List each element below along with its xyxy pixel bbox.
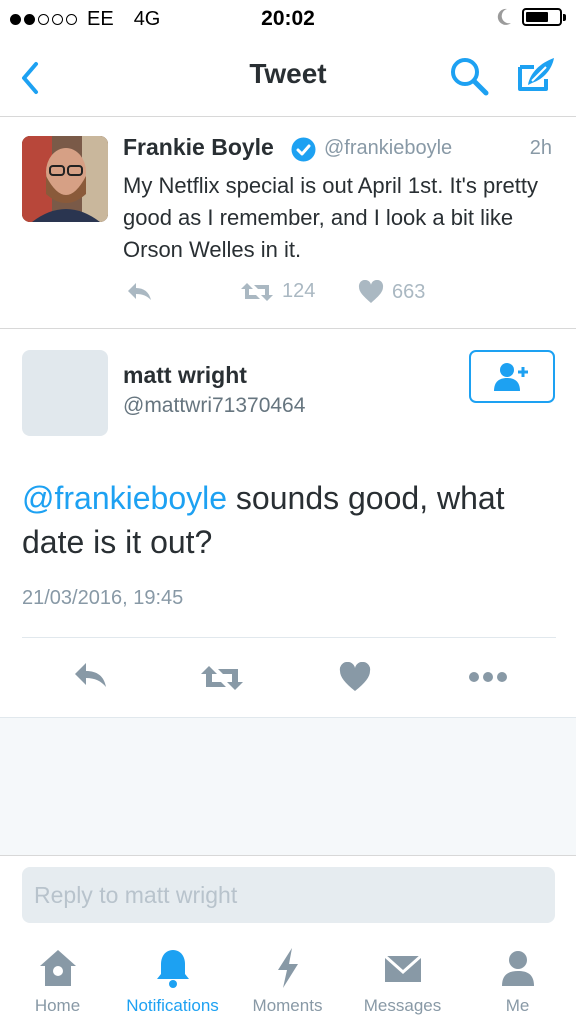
lightning-icon	[277, 948, 298, 988]
retweet-icon[interactable]	[200, 664, 244, 692]
tab-label: Home	[34, 996, 81, 1015]
tweet-timestamp: 21/03/2016, 19:45	[22, 587, 184, 609]
tab-label: Notifications	[126, 996, 219, 1015]
verified-badge-icon	[291, 137, 316, 162]
more-options-icon[interactable]	[468, 671, 508, 683]
reply-icon[interactable]	[72, 660, 108, 690]
search-icon[interactable]	[448, 55, 490, 97]
mention-link[interactable]: @frankieboyle	[22, 480, 227, 516]
tab-label: Moments	[252, 996, 323, 1015]
author-name[interactable]: matt wright	[123, 362, 247, 389]
heart-icon[interactable]	[358, 280, 384, 304]
like-action[interactable]: 663	[358, 280, 425, 304]
clock: 20:02	[261, 7, 315, 30]
retweet-icon[interactable]	[240, 281, 274, 303]
tab-notifications[interactable]: Notifications	[115, 940, 230, 1024]
moon-icon	[497, 8, 511, 25]
tweet-text: My Netflix special is out April 1st. It'…	[123, 173, 539, 262]
divider	[22, 637, 556, 638]
reply-tweet-text: @frankieboyle sounds good, what date is …	[22, 476, 556, 564]
tweet-time-ago: 2h	[529, 137, 552, 159]
heart-icon[interactable]	[339, 662, 371, 692]
tab-messages[interactable]: Messages	[345, 940, 460, 1024]
bell-icon	[156, 950, 189, 988]
tab-home[interactable]: Home	[0, 940, 115, 1024]
retweet-action[interactable]: 124	[240, 280, 315, 303]
like-count: 663	[392, 280, 426, 303]
author-handle[interactable]: @mattwri71370464	[123, 394, 305, 418]
add-user-icon	[494, 362, 528, 391]
tab-label: Messages	[363, 996, 442, 1015]
reply-action[interactable]	[125, 280, 153, 302]
conversation-background	[0, 717, 576, 856]
compose-tweet-icon[interactable]	[516, 55, 558, 95]
reply-icon[interactable]	[125, 280, 153, 302]
tab-label: Me	[505, 996, 530, 1015]
battery-icon	[522, 8, 566, 26]
home-icon	[39, 950, 76, 986]
tab-bar: Home Notifications Moments Messages Me	[0, 940, 576, 1024]
reply-input[interactable]	[22, 867, 555, 923]
status-bar: EE 4G 20:02	[0, 0, 576, 38]
tab-me[interactable]: Me	[460, 940, 575, 1024]
navigation-bar: Tweet	[0, 38, 576, 117]
avatar[interactable]	[22, 350, 108, 436]
person-icon	[501, 951, 534, 986]
follow-button[interactable]	[469, 350, 555, 403]
avatar[interactable]	[22, 136, 108, 222]
status-right	[496, 8, 566, 26]
envelope-icon	[383, 954, 422, 982]
quoted-original-tweet[interactable]: Frankie Boyle @frankieboyle 2h My Netfli…	[0, 116, 576, 329]
tab-moments[interactable]: Moments	[230, 940, 345, 1024]
retweet-count: 124	[282, 280, 316, 302]
author-name[interactable]: Frankie Boyle	[123, 134, 274, 161]
author-handle[interactable]: @frankieboyle	[324, 137, 452, 160]
